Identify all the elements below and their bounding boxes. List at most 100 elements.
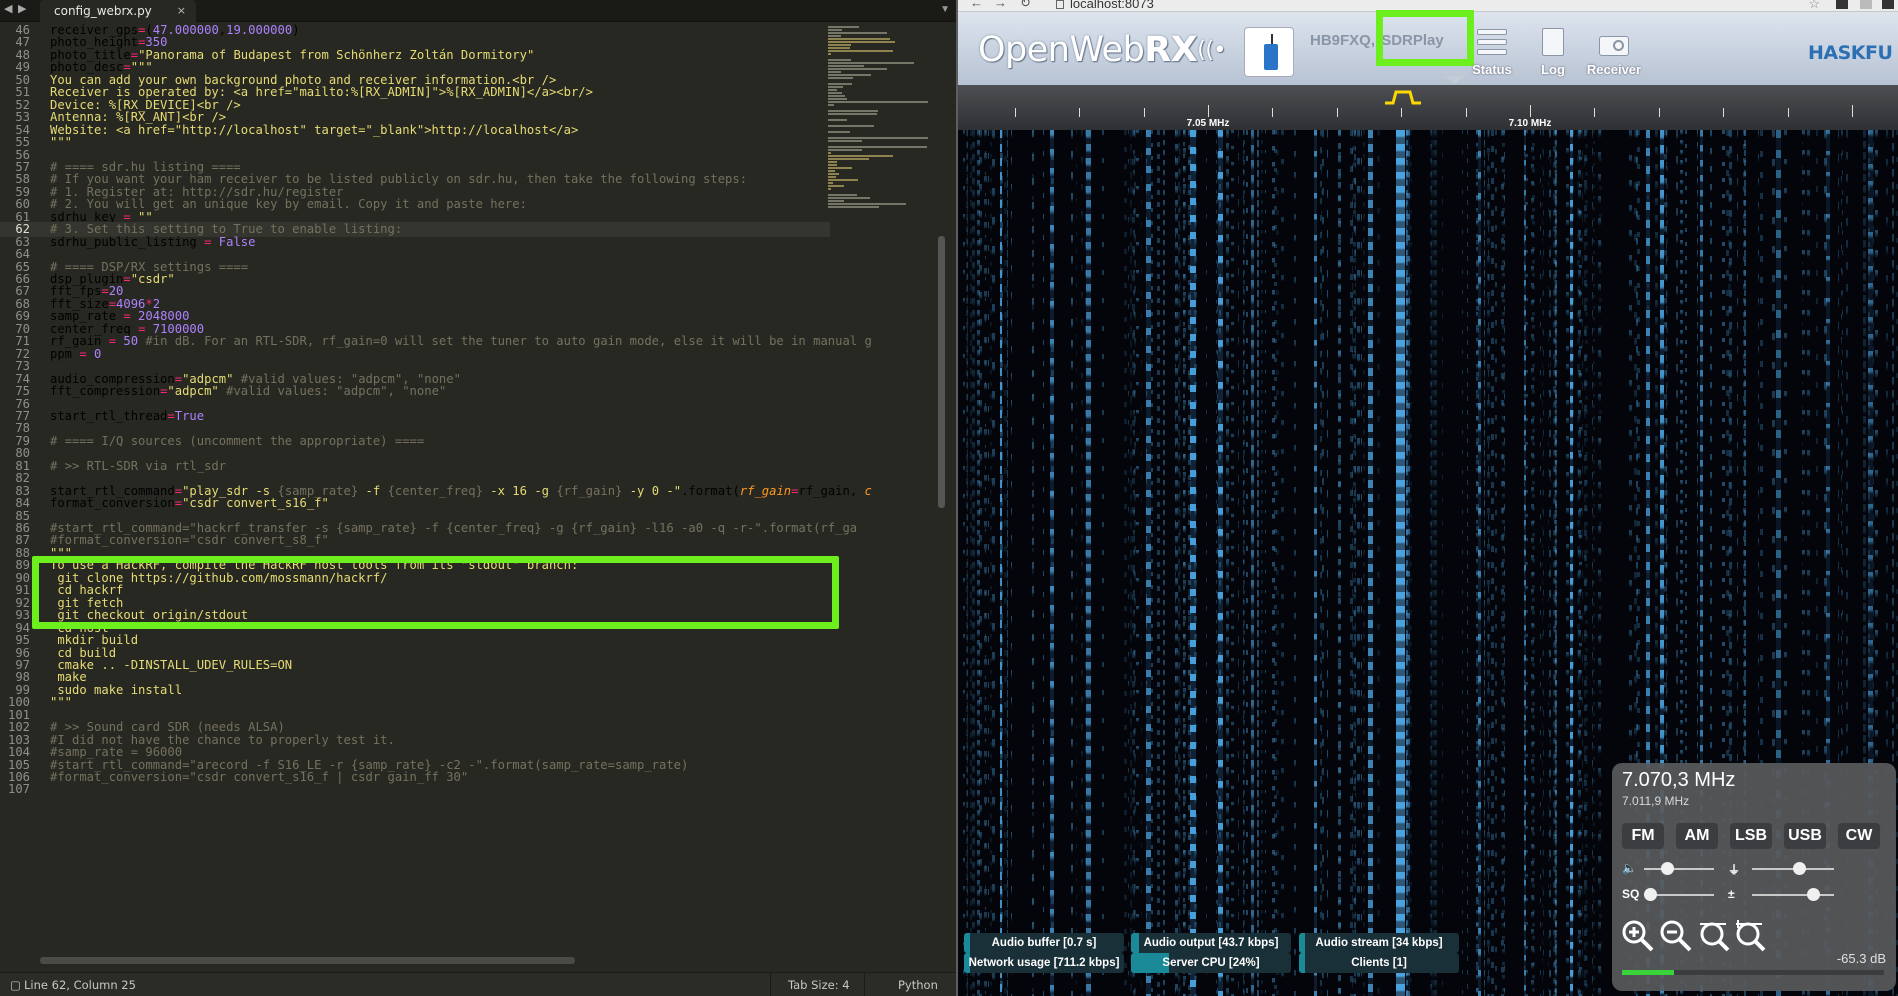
minimap-line (828, 203, 907, 205)
log-button[interactable]: Log (1523, 28, 1583, 77)
waterfall-noise (1566, 130, 1569, 996)
tuned-frequency[interactable]: 7.070,3 MHz (1622, 769, 1735, 792)
waterfall-noise (1076, 130, 1077, 996)
minimap-line (828, 152, 831, 154)
receiver-button[interactable]: Receiver (1584, 28, 1644, 77)
minimap-line (828, 89, 837, 91)
scale-tick (1272, 108, 1274, 117)
noise-reduction-slider[interactable] (1793, 862, 1807, 875)
radio-icon (1597, 28, 1631, 58)
waterfall-noise (1141, 130, 1142, 996)
gain-slider[interactable] (1807, 888, 1821, 901)
minimap-line (828, 119, 847, 121)
frequency-scale[interactable]: 7.05 MHz 7.10 MHz (958, 85, 1898, 130)
tab-list-menu-icon[interactable]: ▼ (940, 4, 950, 15)
minimap-line (828, 71, 841, 73)
vertical-scrollbar[interactable] (938, 236, 945, 508)
tab-size-selector[interactable]: Tab Size: 4 (788, 978, 850, 992)
status-button[interactable]: Status (1462, 28, 1522, 77)
s-meter (1622, 970, 1884, 975)
speaker-icon[interactable]: 🔈 (1622, 861, 1637, 875)
minimap-line (828, 182, 833, 184)
zoom-out-icon[interactable] (1658, 918, 1694, 954)
mode-button-usb[interactable]: USB (1784, 823, 1826, 849)
mode-button-lsb[interactable]: LSB (1730, 823, 1772, 849)
code-token: c (864, 483, 872, 498)
mode-button-am[interactable]: AM (1676, 823, 1718, 849)
syntax-selector[interactable]: Python (898, 978, 938, 992)
minimap-line (828, 74, 872, 76)
waterfall-noise (1157, 130, 1160, 996)
minimap-line (828, 110, 879, 112)
minimap-line (828, 200, 845, 202)
tab-config-webrx[interactable]: config_webrx.py × (40, 0, 196, 22)
extension-icon[interactable] (1860, 0, 1872, 9)
scale-tick (1658, 108, 1660, 117)
gain-icon[interactable]: ± (1728, 887, 1735, 901)
back-icon[interactable]: ← (970, 0, 983, 10)
zoom-to-signal-icon[interactable] (1696, 918, 1732, 954)
squelch-slider[interactable] (1644, 888, 1657, 901)
status-badge-label: Network usage [711.2 kbps] (968, 957, 1120, 969)
waterfall-noise (1257, 130, 1259, 996)
waterfall-noise (1467, 130, 1468, 996)
minimap-line (828, 44, 852, 46)
waterfall-noise (1585, 130, 1588, 996)
waterfall-noise (1502, 130, 1505, 996)
waterfall-noise (1178, 130, 1180, 996)
waterfall-noise (1571, 130, 1574, 996)
waterfall-noise (1217, 130, 1218, 996)
waterfall-noise (1294, 130, 1296, 996)
cursor-position-icon: ▢ (10, 978, 21, 992)
header-collapse-arrow-icon[interactable] (1445, 76, 1465, 84)
volume-slider[interactable] (1661, 862, 1675, 875)
waterfall-noise (1593, 130, 1595, 996)
minimap-line (828, 53, 831, 55)
zoom-in-icon[interactable] (1620, 918, 1656, 954)
minimap[interactable] (828, 24, 938, 304)
url-input[interactable]: localhost:8073 (1056, 0, 1154, 11)
extension-icon[interactable] (1836, 0, 1848, 9)
waterfall-noise (1540, 130, 1541, 996)
waterfall-noise (1188, 130, 1191, 996)
waterfall-noise (1085, 130, 1087, 996)
waterfall-noise (1151, 130, 1153, 996)
status-badge: Audio stream [34 kbps] (1299, 933, 1459, 953)
code-area[interactable]: 46 receiver_gps=(47.000000,19.000000) 47 ph… (0, 22, 872, 972)
passband-marker[interactable] (1383, 89, 1423, 105)
squelch-row: SQ ± (1622, 885, 1884, 905)
partner-logo[interactable]: HASKFU (1808, 42, 1893, 64)
minimap-line (828, 158, 870, 160)
waterfall-noise (1582, 130, 1583, 996)
reload-icon[interactable]: ↻ (1020, 0, 1031, 11)
tab-back-arrow-icon[interactable]: ◀ (4, 2, 12, 15)
waterfall-noise (1231, 130, 1234, 996)
waterfall-noise (990, 130, 992, 996)
openwebrx-header: OpenWebRX((• HB9FXQ, SDRPlay Status Log … (958, 10, 1898, 85)
receiver-avatar[interactable] (1244, 27, 1294, 77)
horizontal-scrollbar[interactable] (40, 957, 575, 964)
receiver-button-label: Receiver (1586, 62, 1642, 77)
menu-icon[interactable] (1882, 0, 1894, 9)
bookmark-star-icon[interactable]: ☆ (1808, 0, 1820, 12)
tab-close-icon[interactable]: × (177, 4, 186, 17)
scale-tick (1208, 105, 1209, 117)
minimap-line (828, 65, 864, 67)
mode-button-cw[interactable]: CW (1838, 823, 1880, 849)
tab-forward-arrow-icon[interactable]: ▶ (18, 2, 26, 15)
minimap-line (828, 113, 877, 115)
log-icon (1536, 28, 1570, 58)
minimap-line (828, 47, 850, 49)
waterfall-noise (963, 130, 965, 996)
mode-button-fm[interactable]: FM (1622, 823, 1664, 849)
code-editor[interactable]: ◀ ▶ config_webrx.py × ▼ 46 receiver_gps=(… (0, 0, 956, 996)
noise-reduction-icon[interactable]: ⏚ (1728, 861, 1740, 878)
minimap-line (828, 146, 927, 148)
waterfall-noise (1377, 130, 1380, 996)
waterfall-noise (1548, 130, 1549, 996)
zoom-reset-icon[interactable] (1732, 918, 1768, 954)
minimap-line (828, 38, 891, 40)
waterfall-noise (1495, 130, 1497, 996)
forward-icon[interactable]: → (994, 0, 1007, 10)
code-line[interactable]: 107 (0, 782, 830, 797)
